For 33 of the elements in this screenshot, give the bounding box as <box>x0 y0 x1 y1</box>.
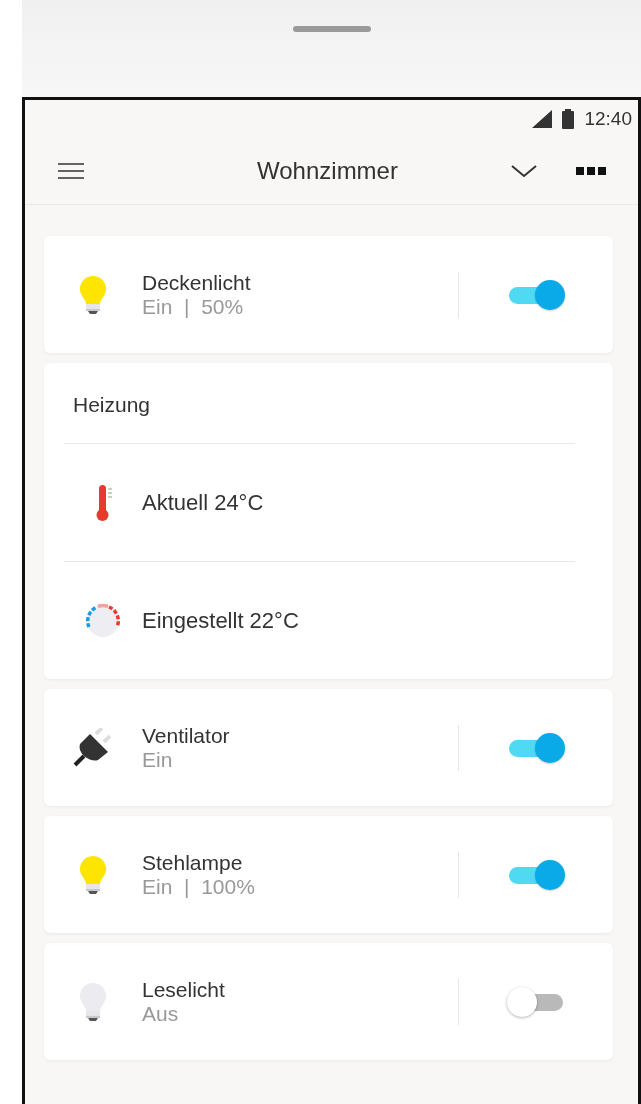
signal-icon <box>532 110 553 128</box>
speaker-icon <box>292 25 371 33</box>
temperature-label: Aktuell 24°C <box>142 489 264 516</box>
chevron-down-icon[interactable] <box>510 163 538 179</box>
light-bulb-icon <box>78 273 108 316</box>
heating-row[interactable]: Eingestellt 22°C <box>64 561 575 679</box>
device-card[interactable]: Deckenlicht Ein | 50% <box>44 236 613 353</box>
device-status: Ein <box>142 747 174 772</box>
temperature-label: Eingestellt 22°C <box>142 607 299 634</box>
more-icon[interactable] <box>576 167 606 175</box>
device-status: Ein | 50% <box>142 294 245 319</box>
device-status: Ein | 100% <box>142 874 256 899</box>
light-bulb-icon <box>78 853 108 896</box>
toggle-switch[interactable] <box>507 986 565 1017</box>
device-card[interactable]: Ventilator Ein <box>44 689 613 806</box>
device-status: Aus <box>142 1001 180 1026</box>
device-name: Stehlampe <box>142 850 244 875</box>
battery-icon <box>562 109 575 129</box>
toggle-switch[interactable] <box>507 732 565 763</box>
section-title: Heizung <box>64 363 575 444</box>
device-card[interactable]: Stehlampe Ein | 100% <box>44 816 613 933</box>
device-name: Deckenlicht <box>142 270 252 295</box>
heating-row[interactable]: Aktuell 24°C <box>64 444 575 561</box>
room-title[interactable]: Wohnzimmer <box>85 157 510 185</box>
light-bulb-icon <box>78 980 108 1023</box>
menu-icon[interactable] <box>57 162 85 180</box>
device-name: Ventilator <box>142 723 231 748</box>
device-name: Leselicht <box>142 977 226 1002</box>
plug-icon <box>72 727 114 768</box>
device-card[interactable]: Leselicht Aus <box>44 943 613 1060</box>
toggle-switch[interactable] <box>507 279 565 310</box>
status-time: 12:40 <box>584 108 632 130</box>
toggle-switch[interactable] <box>507 859 565 890</box>
